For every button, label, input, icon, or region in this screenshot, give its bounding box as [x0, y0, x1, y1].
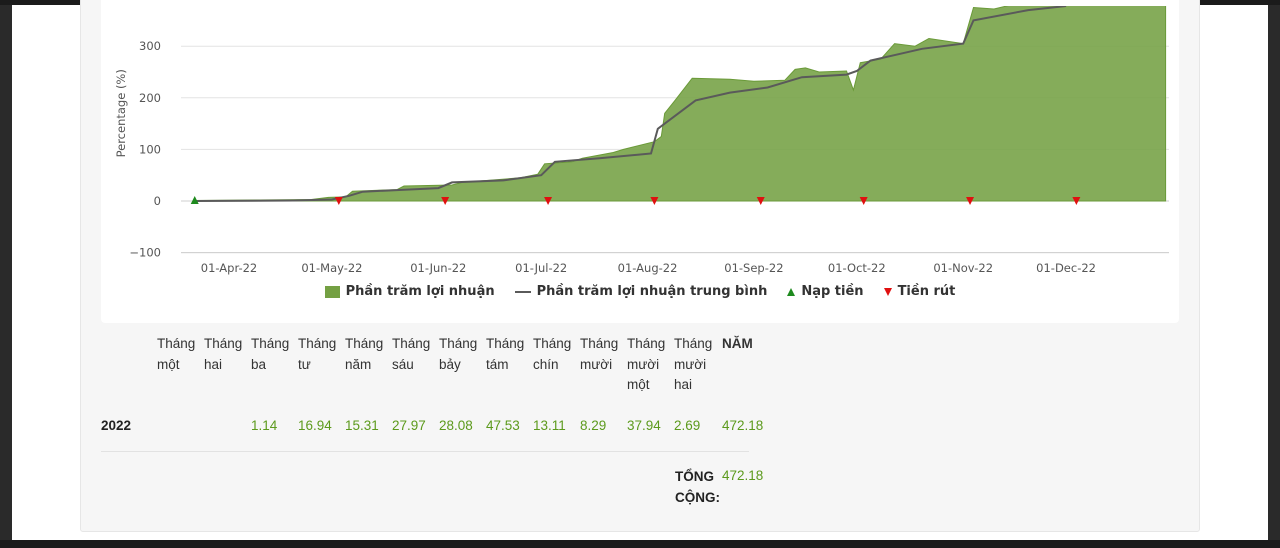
- month-value: 2.69: [674, 418, 701, 433]
- month-header-line: một: [627, 377, 650, 392]
- month-value: 8.29: [580, 418, 607, 433]
- legend-item-withdraw[interactable]: Tiền rút: [883, 284, 956, 299]
- x-tick-label: 01-Oct-22: [828, 261, 886, 275]
- x-tick-label: 01-Jun-22: [410, 261, 466, 275]
- y-tick-label: −100: [129, 246, 161, 260]
- report-panel: −100 0 100 200 300 Percentage (%) 01-Apr-22 01-…: [80, 0, 1200, 532]
- month-header-line: mười: [627, 356, 660, 372]
- month-header-line: Tháng: [674, 336, 713, 351]
- month-header: Tháng ba: [251, 334, 295, 375]
- month-value: 1.14: [251, 418, 278, 433]
- month-header-line: Tháng: [439, 336, 478, 351]
- month-header-line: Tháng: [298, 336, 337, 351]
- chart-card: −100 0 100 200 300 Percentage (%) 01-Apr-22 01-…: [101, 0, 1179, 323]
- month-header-line: sáu: [392, 356, 414, 372]
- month-header-line: năm: [345, 356, 372, 372]
- month-header: Tháng chín: [533, 334, 577, 375]
- month-value: 13.11: [533, 418, 566, 433]
- month-header-line: tám: [486, 356, 509, 372]
- x-tick-label: 01-May-22: [301, 261, 362, 275]
- legend-item-profit[interactable]: Phần trăm lợi nhuận: [324, 284, 495, 299]
- month-value: 27.97: [392, 418, 426, 433]
- x-tick-label: 01-Jul-22: [515, 261, 567, 275]
- month-header-line: mười: [674, 356, 707, 372]
- legend-label-average: Phần trăm lợi nhuận trung bình: [536, 284, 768, 299]
- legend-area-swatch: [324, 285, 340, 298]
- legend-label-profit: Phần trăm lợi nhuận: [345, 284, 495, 299]
- month-header: Tháng tám: [486, 334, 530, 375]
- legend-label-withdraw: Tiền rút: [897, 284, 956, 299]
- month-header-line: bảy: [439, 356, 461, 372]
- monthly-returns-table: 2022 TỔNG CỘNG: 472.18 Tháng một Tháng hai T…: [101, 334, 1179, 524]
- x-tick-label: 01-Dec-22: [1036, 261, 1096, 275]
- month-header-line: mười: [580, 356, 613, 372]
- triangle-down-icon: [883, 287, 892, 296]
- x-tick-label: 01-Aug-22: [618, 261, 678, 275]
- y-axis-label: Percentage (%): [114, 69, 128, 157]
- legend-item-average[interactable]: Phần trăm lợi nhuận trung bình: [514, 284, 768, 299]
- y-tick-label: 100: [139, 142, 161, 156]
- month-header-line: tư: [298, 356, 311, 372]
- row-year-label: 2022: [101, 418, 132, 433]
- month-value: 16.94: [298, 418, 332, 433]
- triangle-up-icon: [787, 287, 796, 296]
- month-header: Tháng sáu: [392, 334, 436, 375]
- x-tick-label: 01-Apr-22: [201, 261, 257, 275]
- month-header: Tháng mười hai: [674, 334, 718, 396]
- month-header-line: Tháng: [627, 336, 666, 351]
- chart-legend: Phần trăm lợi nhuận Phần trăm lợi nhuận …: [101, 284, 1179, 299]
- month-header-line: hai: [204, 356, 223, 372]
- legend-item-deposit[interactable]: Nạp tiền: [787, 284, 864, 299]
- month-header-line: hai: [674, 377, 693, 392]
- month-header: Tháng bảy: [439, 334, 483, 375]
- total-label: TỔNG CỘNG:: [675, 469, 720, 505]
- month-header-line: Tháng: [580, 336, 619, 351]
- y-tick-label: 0: [154, 194, 161, 208]
- x-tick-label: 01-Sep-22: [724, 261, 783, 275]
- month-header-line: chín: [533, 356, 559, 372]
- month-header: Tháng hai: [204, 334, 248, 375]
- legend-label-deposit: Nạp tiền: [801, 284, 864, 299]
- month-header: Tháng mười: [580, 334, 624, 375]
- year-header: NĂM: [722, 336, 753, 351]
- y-tick-label: 300: [139, 39, 161, 53]
- month-value: 37.94: [627, 418, 661, 433]
- window-bottom-edge: [0, 540, 1280, 548]
- month-header-line: Tháng: [251, 336, 290, 351]
- month-header: Tháng năm: [345, 334, 389, 375]
- y-tick-label: 200: [139, 91, 161, 105]
- x-tick-label: 01-Nov-22: [933, 261, 993, 275]
- month-header-line: Tháng: [392, 336, 431, 351]
- month-header-line: Tháng: [157, 336, 196, 351]
- profit-chart: −100 0 100 200 300 Percentage (%) 01-Apr-22 01-…: [114, 6, 1169, 275]
- table-row-divider: [101, 451, 749, 452]
- month-value: 28.08: [439, 418, 473, 433]
- month-header-line: một: [157, 356, 180, 372]
- legend-line-swatch: [514, 290, 531, 293]
- month-header: Tháng mười một: [627, 334, 671, 396]
- year-total-value: 472.18: [722, 418, 764, 433]
- page: −100 0 100 200 300 Percentage (%) 01-Apr-22 01-…: [12, 0, 1268, 540]
- month-value: 47.53: [486, 418, 520, 433]
- month-value: 15.31: [345, 418, 379, 433]
- month-header-line: Tháng: [486, 336, 525, 351]
- series-area-profit: [194, 6, 1167, 202]
- month-header-line: Tháng: [533, 336, 572, 351]
- month-header-line: Tháng: [204, 336, 243, 351]
- month-header: Tháng một: [157, 334, 201, 375]
- month-header: Tháng tư: [298, 334, 342, 375]
- month-header-line: ba: [251, 356, 267, 372]
- total-value: 472.18: [722, 468, 764, 483]
- month-header-line: Tháng: [345, 336, 384, 351]
